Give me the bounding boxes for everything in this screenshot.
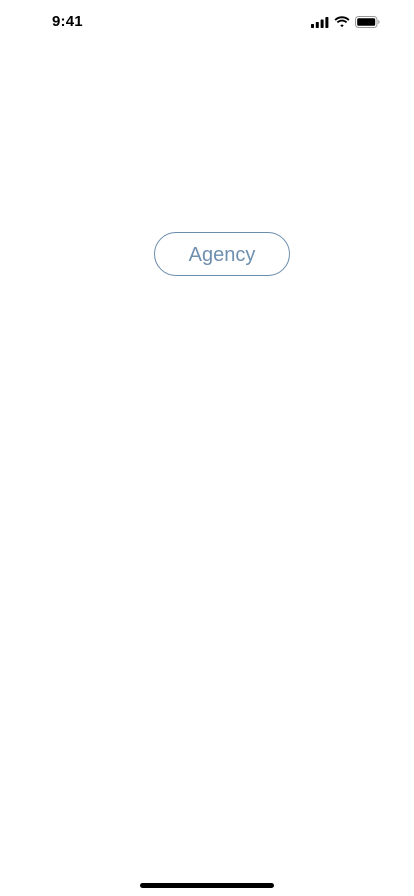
wifi-icon bbox=[334, 16, 350, 28]
status-time: 9:41 bbox=[52, 13, 83, 30]
cellular-signal-icon bbox=[311, 16, 329, 28]
status-icons bbox=[311, 16, 380, 28]
status-bar: 9:41 bbox=[0, 0, 414, 44]
home-indicator[interactable] bbox=[140, 883, 274, 888]
agency-button[interactable]: Agency bbox=[154, 232, 290, 276]
battery-icon bbox=[355, 16, 380, 28]
